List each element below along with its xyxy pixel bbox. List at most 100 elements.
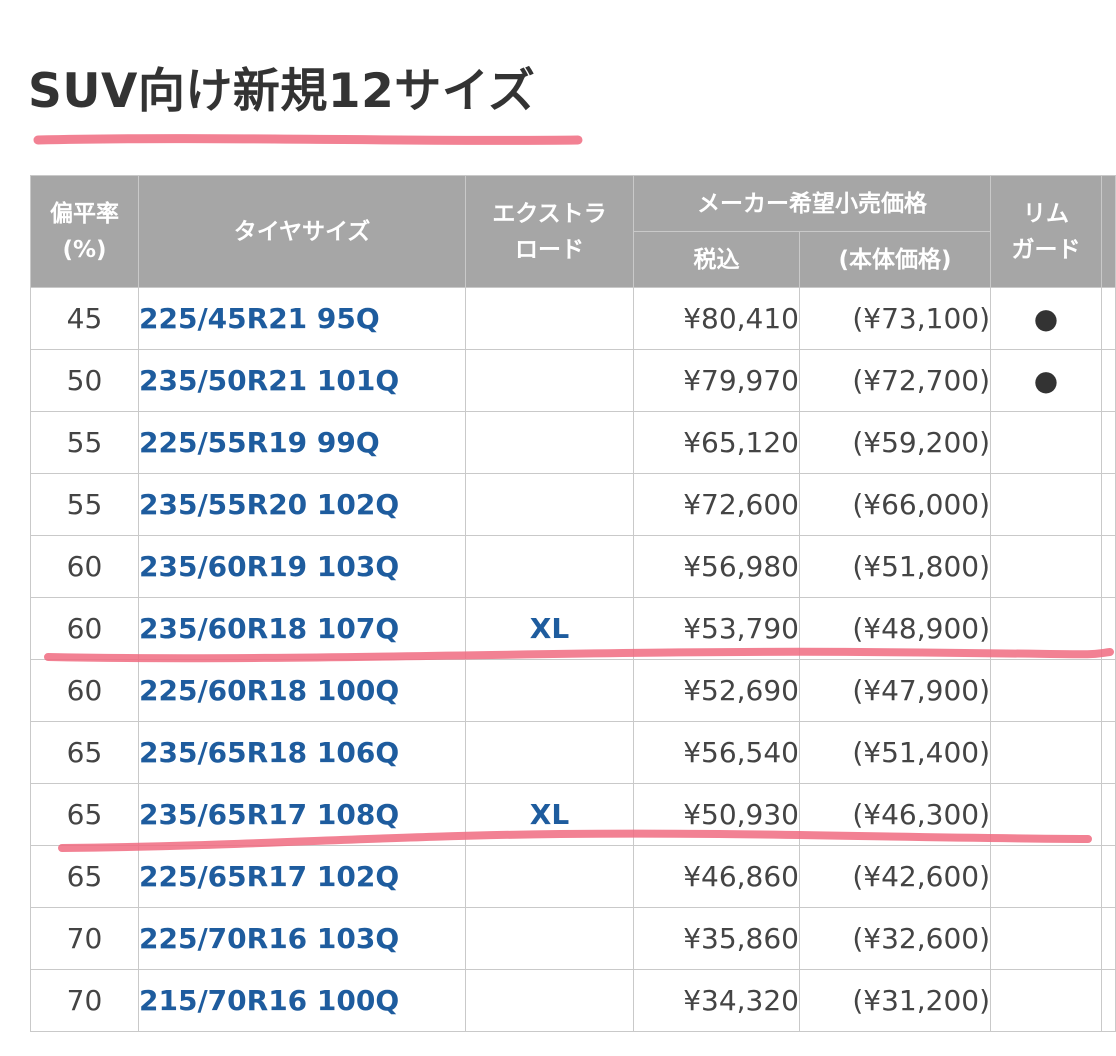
tire-size-table: 偏平率 (%) タイヤサイズ エクストラ ロード メーカー希望小売価格 リム ガ… — [30, 175, 1116, 1032]
flatness-cell: 70 — [30, 969, 139, 1032]
extra-cell — [1101, 783, 1116, 846]
table-row: 55 225/55R19 99Q ¥65,120 (¥59,200) — [30, 411, 1116, 474]
extra-load-cell — [465, 349, 634, 412]
extra-cell — [1101, 597, 1116, 660]
extra-load-cell — [465, 845, 634, 908]
tire-size-link[interactable]: 235/50R21 101Q — [138, 349, 466, 412]
rim-guard-cell — [990, 411, 1102, 474]
rim-guard-cell — [990, 721, 1102, 784]
base-price-cell: (¥31,200) — [799, 969, 991, 1032]
flatness-cell: 65 — [30, 783, 139, 846]
rim-guard-cell: ● — [990, 349, 1102, 412]
header-msrp: メーカー希望小売価格 — [633, 175, 991, 232]
header-tax-included: 税込 — [633, 231, 800, 288]
table-row: 60 235/60R18 107Q XL ¥53,790 (¥48,900) — [30, 597, 1116, 660]
base-price-cell: (¥47,900) — [799, 659, 991, 722]
extra-load-cell — [465, 411, 634, 474]
table-row: 55 235/55R20 102Q ¥72,600 (¥66,000) — [30, 473, 1116, 536]
rim-guard-cell — [990, 597, 1102, 660]
extra-cell — [1101, 349, 1116, 412]
table-row: 60 235/60R19 103Q ¥56,980 (¥51,800) — [30, 535, 1116, 598]
extra-cell — [1101, 287, 1116, 350]
table-body: 45 225/45R21 95Q ¥80,410 (¥73,100) ● 50 235/50… — [30, 287, 1116, 1032]
flatness-cell: 50 — [30, 349, 139, 412]
header-flatness: 偏平率 (%) — [30, 175, 139, 288]
extra-load-cell — [465, 535, 634, 598]
extra-load-cell — [465, 659, 634, 722]
header-tire-size: タイヤサイズ — [138, 175, 466, 288]
rim-guard-cell — [990, 969, 1102, 1032]
flatness-cell: 55 — [30, 473, 139, 536]
price-tax-included-cell: ¥56,980 — [633, 535, 800, 598]
price-tax-included-cell: ¥80,410 — [633, 287, 800, 350]
price-tax-included-cell: ¥34,320 — [633, 969, 800, 1032]
flatness-cell: 60 — [30, 597, 139, 660]
tire-size-link[interactable]: 235/65R18 106Q — [138, 721, 466, 784]
tire-size-link[interactable]: 225/65R17 102Q — [138, 845, 466, 908]
price-tax-included-cell: ¥53,790 — [633, 597, 800, 660]
extra-load-cell — [465, 721, 634, 784]
tire-size-link[interactable]: 235/55R20 102Q — [138, 473, 466, 536]
price-tax-included-cell: ¥50,930 — [633, 783, 800, 846]
extra-load-cell — [465, 473, 634, 536]
header-extra-column — [1101, 175, 1116, 288]
base-price-cell: (¥51,800) — [799, 535, 991, 598]
base-price-cell: (¥73,100) — [799, 287, 991, 350]
price-tax-included-cell: ¥72,600 — [633, 473, 800, 536]
extra-load-cell: XL — [465, 597, 634, 660]
flatness-cell: 55 — [30, 411, 139, 474]
extra-cell — [1101, 659, 1116, 722]
rim-guard-cell: ● — [990, 287, 1102, 350]
base-price-cell: (¥42,600) — [799, 845, 991, 908]
price-tax-included-cell: ¥65,120 — [633, 411, 800, 474]
price-tax-included-cell: ¥52,690 — [633, 659, 800, 722]
tire-size-link[interactable]: 225/45R21 95Q — [138, 287, 466, 350]
flatness-cell: 65 — [30, 845, 139, 908]
table-row: 65 225/65R17 102Q ¥46,860 (¥42,600) — [30, 845, 1116, 908]
extra-cell — [1101, 907, 1116, 970]
extra-cell — [1101, 721, 1116, 784]
header-rim-guard: リム ガード — [990, 175, 1102, 288]
table-row: 60 225/60R18 100Q ¥52,690 (¥47,900) — [30, 659, 1116, 722]
price-tax-included-cell: ¥35,860 — [633, 907, 800, 970]
tire-size-link[interactable]: 225/70R16 103Q — [138, 907, 466, 970]
base-price-cell: (¥66,000) — [799, 473, 991, 536]
price-tax-included-cell: ¥46,860 — [633, 845, 800, 908]
rim-guard-cell — [990, 473, 1102, 536]
tire-size-link[interactable]: 235/60R19 103Q — [138, 535, 466, 598]
flatness-cell: 60 — [30, 535, 139, 598]
base-price-cell: (¥46,300) — [799, 783, 991, 846]
extra-load-cell — [465, 969, 634, 1032]
extra-cell — [1101, 473, 1116, 536]
table-row: 50 235/50R21 101Q ¥79,970 (¥72,700) ● — [30, 349, 1116, 412]
table-row: 65 235/65R18 106Q ¥56,540 (¥51,400) — [30, 721, 1116, 784]
flatness-cell: 60 — [30, 659, 139, 722]
extra-cell — [1101, 535, 1116, 598]
extra-cell — [1101, 411, 1116, 474]
base-price-cell: (¥51,400) — [799, 721, 991, 784]
tire-size-link[interactable]: 235/60R18 107Q — [138, 597, 466, 660]
flatness-cell: 70 — [30, 907, 139, 970]
extra-cell — [1101, 845, 1116, 908]
tire-size-link[interactable]: 215/70R16 100Q — [138, 969, 466, 1032]
tire-size-link[interactable]: 235/65R17 108Q — [138, 783, 466, 846]
tire-size-link[interactable]: 225/60R18 100Q — [138, 659, 466, 722]
tire-size-link[interactable]: 225/55R19 99Q — [138, 411, 466, 474]
extra-load-cell — [465, 287, 634, 350]
base-price-cell: (¥72,700) — [799, 349, 991, 412]
table-row: 45 225/45R21 95Q ¥80,410 (¥73,100) ● — [30, 287, 1116, 350]
rim-guard-cell — [990, 783, 1102, 846]
base-price-cell: (¥48,900) — [799, 597, 991, 660]
extra-load-cell — [465, 907, 634, 970]
base-price-cell: (¥59,200) — [799, 411, 991, 474]
table-row: 70 215/70R16 100Q ¥34,320 (¥31,200) — [30, 969, 1116, 1032]
rim-guard-cell — [990, 845, 1102, 908]
table-row: 65 235/65R17 108Q XL ¥50,930 (¥46,300) — [30, 783, 1116, 846]
flatness-cell: 65 — [30, 721, 139, 784]
header-extra-load: エクストラ ロード — [465, 175, 634, 288]
flatness-cell: 45 — [30, 287, 139, 350]
price-tax-included-cell: ¥79,970 — [633, 349, 800, 412]
header-base-price: (本体価格) — [799, 231, 991, 288]
price-tax-included-cell: ¥56,540 — [633, 721, 800, 784]
base-price-cell: (¥32,600) — [799, 907, 991, 970]
